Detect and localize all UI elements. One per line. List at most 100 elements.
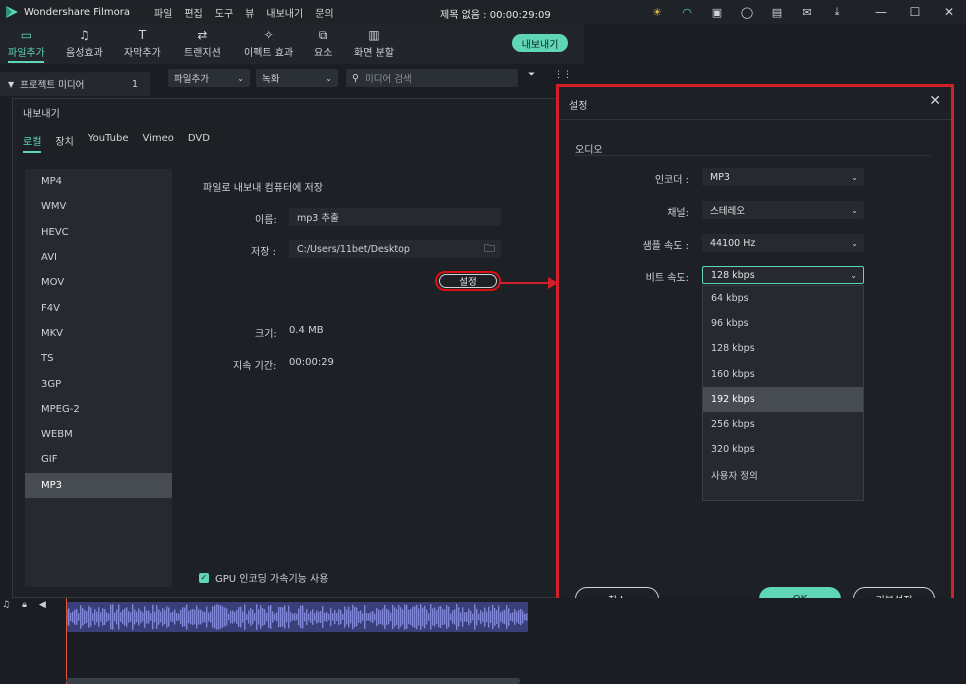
bitrate-select[interactable]: 128 kbps ⌄: [702, 266, 864, 284]
format-item[interactable]: MKV: [25, 321, 172, 346]
mail-icon[interactable]: ✉: [798, 3, 816, 21]
waveform-bar: [386, 608, 388, 626]
waveform-bar: [224, 607, 226, 627]
bitrate-option[interactable]: 96 kbps: [703, 311, 863, 336]
waveform-bar: [398, 604, 400, 630]
bitrate-label: 비트 속도:: [645, 273, 689, 284]
format-item[interactable]: WMV: [25, 194, 172, 219]
format-item[interactable]: MPEG-2: [25, 397, 172, 422]
tab-local[interactable]: 로컬: [23, 133, 42, 153]
tool-add-file[interactable]: ▭ 파일추가: [8, 28, 45, 63]
waveform-bar: [304, 612, 306, 622]
waveform-bar: [136, 611, 138, 623]
waveform-bar: [148, 610, 150, 624]
format-item[interactable]: F4V: [25, 295, 172, 320]
settings-button[interactable]: 설정: [435, 271, 501, 291]
menu-edit[interactable]: 편집: [184, 5, 202, 20]
tab-vimeo[interactable]: Vimeo: [142, 133, 173, 153]
waveform-bar: [474, 604, 476, 630]
filter-icon[interactable]: ⏷: [528, 70, 535, 80]
tool-audio[interactable]: ♫ 음성효과: [66, 28, 103, 59]
waveform-bar: [108, 613, 110, 621]
waveform-bar: [330, 607, 332, 627]
waveform-bar: [450, 613, 452, 621]
bitrate-option[interactable]: 320 kbps: [703, 437, 863, 462]
bitrate-option[interactable]: 사용자 정의: [703, 462, 863, 487]
lock-icon[interactable]: 🔒︎: [22, 600, 27, 610]
tool-split-screen[interactable]: ▥ 화면 분할: [354, 28, 394, 59]
filmora-logo-icon: [6, 6, 18, 18]
menu-view[interactable]: 뷰: [245, 5, 254, 20]
close-icon[interactable]: ✕: [929, 93, 941, 109]
bitrate-option-highlighted[interactable]: 192 kbps: [703, 386, 863, 412]
tool-elements[interactable]: ⧉ 요소: [314, 28, 332, 59]
menu-file[interactable]: 파일: [154, 5, 172, 20]
waveform-bar: [76, 608, 78, 626]
headset-icon[interactable]: ◠: [678, 3, 696, 21]
channel-select[interactable]: 스테레오 ⌄: [702, 201, 864, 219]
menu-export[interactable]: 내보내기: [266, 5, 303, 20]
download-icon[interactable]: ⤓: [828, 3, 846, 21]
waveform-bar: [476, 608, 478, 626]
encoder-select[interactable]: MP3 ⌄: [702, 168, 864, 186]
maximize-button[interactable]: ☐: [898, 0, 932, 24]
gpu-accel-checkbox[interactable]: ✓ GPU 인코딩 가속기능 사용: [199, 570, 328, 585]
waveform-bar: [246, 613, 248, 621]
waveform-bar: [260, 605, 262, 629]
save-icon[interactable]: ▤: [768, 3, 786, 21]
waveform-bar: [368, 613, 370, 621]
user-icon[interactable]: ◯: [738, 3, 756, 21]
waveform-bar: [516, 611, 518, 623]
gift-icon[interactable]: ▣: [708, 3, 726, 21]
sample-rate-select[interactable]: 44100 Hz ⌄: [702, 234, 864, 252]
timeline-scrollbar[interactable]: [66, 678, 520, 684]
export-top-button[interactable]: 내보내기: [512, 34, 568, 52]
sun-icon[interactable]: ☀: [648, 3, 666, 21]
project-media-header[interactable]: ▼ 프로젝트 미디어 1: [0, 72, 150, 96]
format-item-selected[interactable]: MP3: [25, 472, 172, 498]
bitrate-option[interactable]: 64 kbps: [703, 286, 863, 311]
add-file-dropdown[interactable]: 파일추가 ⌄: [168, 69, 250, 87]
bitrate-option[interactable]: 128 kbps: [703, 336, 863, 361]
project-media-label: 프로젝트 미디어: [20, 80, 85, 91]
format-item[interactable]: MOV: [25, 270, 172, 295]
menu-tools[interactable]: 도구: [215, 5, 233, 20]
close-window-button[interactable]: ✕: [932, 0, 966, 24]
waveform-bar: [464, 612, 466, 622]
bitrate-option[interactable]: 160 kbps: [703, 362, 863, 387]
record-dropdown[interactable]: 녹화 ⌄: [256, 69, 338, 87]
minimize-button[interactable]: —: [864, 0, 898, 24]
format-item[interactable]: AVI: [25, 245, 172, 270]
format-item[interactable]: 3GP: [25, 371, 172, 396]
divider: [575, 155, 931, 156]
tab-dvd[interactable]: DVD: [188, 133, 210, 153]
waveform-bar: [502, 610, 504, 624]
tab-device[interactable]: 장치: [55, 133, 73, 153]
waveform-bar: [326, 612, 328, 622]
format-item[interactable]: GIF: [25, 447, 172, 472]
media-search-input[interactable]: ⚲ 미디어 검색: [346, 69, 518, 87]
waveform-bar: [266, 612, 268, 622]
waveform-bar: [250, 608, 252, 626]
waveform-bar: [210, 611, 212, 623]
playhead[interactable]: [66, 598, 67, 684]
tool-titles[interactable]: T 자막추가: [124, 28, 161, 59]
waveform-bar: [482, 612, 484, 622]
tab-youtube[interactable]: YouTube: [88, 133, 129, 153]
save-path-field[interactable]: C:/Users/11bet/Desktop 🗀: [289, 240, 501, 258]
format-item[interactable]: HEVC: [25, 220, 172, 245]
speaker-icon[interactable]: ◀: [39, 600, 46, 610]
tool-transitions[interactable]: ⇄ 트랜지션: [184, 28, 221, 59]
grid-icon[interactable]: ⋮⋮: [554, 70, 572, 80]
waveform-bar: [132, 604, 134, 630]
tool-effects[interactable]: ✧ 이펙트 효과: [244, 28, 293, 59]
menu-help[interactable]: 문의: [315, 5, 333, 20]
file-name-input[interactable]: mp3 추출: [289, 208, 501, 226]
waveform-bar: [170, 612, 172, 622]
bitrate-option[interactable]: 256 kbps: [703, 412, 863, 437]
format-item[interactable]: TS: [25, 346, 172, 371]
format-item[interactable]: WEBM: [25, 422, 172, 447]
folder-icon[interactable]: 🗀: [484, 240, 495, 259]
format-item[interactable]: MP4: [25, 169, 172, 194]
main-toolbar: ▭ 파일추가 ♫ 음성효과 T 자막추가 ⇄ 트랜지션 ✧ 이펙트 효과 ⧉ 요…: [0, 24, 584, 64]
